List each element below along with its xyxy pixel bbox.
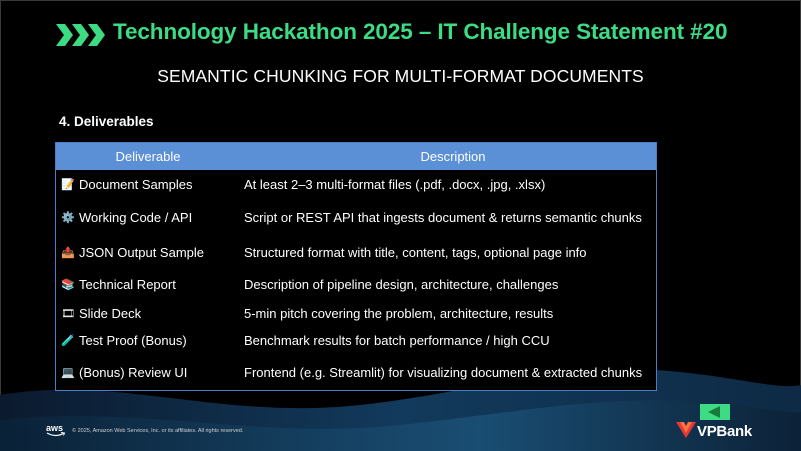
vpbank-logo-text: VPBank (697, 423, 752, 440)
deliverable-name: Document Samples (79, 177, 193, 192)
table-row: 🧪 Test Proof (Bonus) Benchmark results f… (56, 327, 656, 354)
description-cell: Structured format with title, content, t… (244, 244, 587, 260)
page-title: Technology Hackathon 2025 – IT Challenge… (113, 19, 728, 44)
description-cell: Frontend (e.g. Streamlit) for visualizin… (244, 364, 643, 380)
deliverable-cell: 📝 Document Samples (56, 177, 241, 192)
deliverable-name: (Bonus) Review UI (79, 364, 188, 380)
gear-icon: ⚙️ (61, 211, 75, 224)
deliverables-table: Deliverable Description 📝 Document Sampl… (55, 142, 657, 391)
deliverable-name: Slide Deck (79, 306, 142, 321)
description-cell: Script or REST API that ingests document… (244, 210, 642, 225)
table-row: 📤 JSON Output Sample Structured format w… (56, 236, 656, 268)
table-row: 📚 Technical Report Description of pipeli… (56, 268, 656, 300)
deliverable-cell: 📚 Technical Report (56, 277, 241, 292)
column-header-deliverable: Deliverable (115, 149, 181, 164)
description-cell: At least 2–3 multi-format files (.pdf, .… (244, 177, 546, 192)
flag-icon (700, 404, 730, 420)
table-row: 📝 Document Samples At least 2–3 multi-fo… (56, 170, 656, 199)
table-row: 🎞 Slide Deck 5-min pitch covering the pr… (56, 300, 656, 327)
table-row: 💻 (Bonus) Review UI Frontend (e.g. Strea… (56, 354, 656, 390)
test-tube-icon: 🧪 (61, 334, 75, 347)
deliverable-name: Working Code / API (79, 210, 193, 225)
description-cell: Description of pipeline design, architec… (244, 276, 559, 292)
deliverable-cell: 🎞 Slide Deck (56, 306, 241, 321)
upload-icon: 📤 (61, 245, 75, 259)
deliverable-cell: 🧪 Test Proof (Bonus) (56, 333, 241, 348)
column-header-description: Description (420, 149, 486, 164)
deliverable-cell: ⚙️ Working Code / API (56, 210, 241, 225)
page-subtitle: SEMANTIC CHUNKING FOR MULTI-FORMAT DOCUM… (157, 66, 644, 86)
aws-smile-icon (46, 432, 66, 437)
vpbank-logo-icon (676, 422, 696, 438)
chevrons-icon (56, 24, 105, 46)
report-icon: 📚 (61, 277, 75, 291)
deliverable-cell: 📤 JSON Output Sample (56, 245, 241, 260)
table-row: ⚙️ Working Code / API Script or REST API… (56, 199, 656, 236)
deliverable-name: JSON Output Sample (79, 244, 204, 260)
description-cell: Benchmark results for batch performance … (244, 333, 550, 348)
section-heading: 4. Deliverables (59, 114, 154, 129)
deliverable-cell: 💻 (Bonus) Review UI (56, 365, 241, 380)
laptop-icon: 💻 (61, 365, 75, 379)
copyright-text: © 2025, Amazon Web Services, Inc. or its… (72, 428, 244, 434)
deliverable-name: Technical Report (79, 276, 176, 292)
table-header: Deliverable Description (56, 143, 656, 170)
slides-icon: 🎞 (61, 307, 75, 320)
memo-icon: 📝 (61, 178, 75, 191)
deliverable-name: Test Proof (Bonus) (79, 333, 187, 348)
description-cell: 5-min pitch covering the problem, archit… (244, 306, 554, 321)
